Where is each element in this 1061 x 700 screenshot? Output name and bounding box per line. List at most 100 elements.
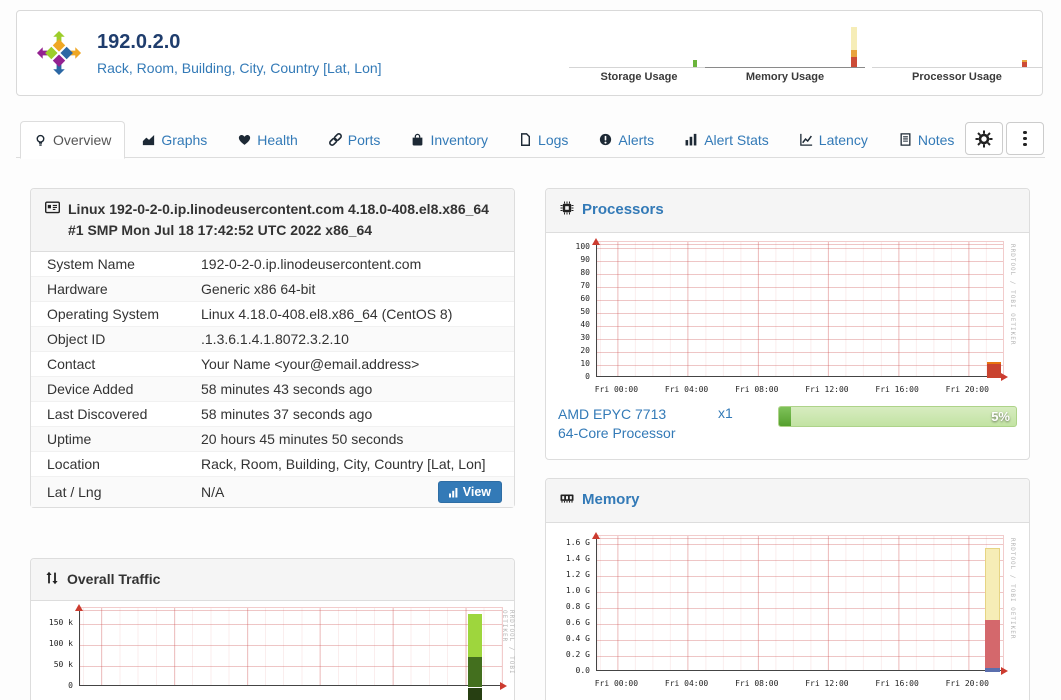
- centos-logo: [36, 30, 82, 76]
- logs-file-icon: [521, 133, 531, 146]
- memory-header: Memory: [546, 479, 1029, 523]
- tab-label: Overview: [53, 132, 112, 148]
- processors-graph[interactable]: RRDTOOL / TOBI OETIKER: [592, 238, 1016, 381]
- tab-alerts[interactable]: Alerts: [585, 121, 668, 158]
- tab-label: Notes: [917, 131, 955, 148]
- cpu-name-link[interactable]: AMD EPYC 7713 64-Core Processor: [558, 405, 718, 444]
- tick-label: Fri 12:00: [805, 679, 849, 688]
- memory-graph[interactable]: RRDTOOL / TOBI OETIKER: [592, 532, 1016, 675]
- tick-label: 50 k: [53, 660, 73, 669]
- rrdtool-credit: RRDTOOL / TOBI OETIKER: [1009, 244, 1016, 346]
- cpu-usage-percent: 5%: [991, 409, 1010, 424]
- info-row-location: Location Rack, Room, Building, City, Cou…: [31, 451, 514, 476]
- storage-sparkline: [569, 60, 709, 68]
- tab-label: Latency: [818, 131, 868, 148]
- tab-ports[interactable]: Ports: [315, 121, 395, 158]
- device-info-card: Linux 192-0-2-0.ip.linodeusercontent.com…: [30, 188, 515, 508]
- info-row-system-name: System Name 192-0-2-0.ip.linodeuserconte…: [47, 256, 422, 272]
- graphs-icon: [143, 134, 155, 146]
- memory-free-spike: [985, 548, 1000, 620]
- tab-label: Ports: [347, 131, 381, 148]
- tick-label: Fri 04:00: [664, 679, 709, 688]
- alerts-exclamation-icon: [600, 133, 612, 146]
- librenms-device-page: 192.0.2.0 Rack, Room, Building, City, Co…: [0, 0, 1061, 700]
- tab-overview[interactable]: Overview: [20, 121, 126, 159]
- tick-label: 100 k: [48, 639, 73, 648]
- info-row-latlng: Lat / Lng N/A View: [31, 476, 514, 507]
- x-axis-arrow: [1001, 667, 1012, 675]
- tick-label: 40: [580, 320, 590, 329]
- cpu-usage-spike: [987, 362, 1001, 378]
- tab-label: Graphs: [161, 131, 208, 148]
- microchip-icon: [560, 201, 574, 215]
- storage-usage-minigraph[interactable]: Storage Usage: [569, 23, 709, 83]
- tick-label: 30: [580, 333, 590, 342]
- cpu-usage-row: AMD EPYC 7713 64-Core Processor x1 5%: [546, 405, 1029, 444]
- info-row-last-discovered: Last Discovered 58 minutes 37 seconds ag…: [31, 401, 514, 426]
- gear-icon: [975, 130, 993, 147]
- device-settings-button[interactable]: [965, 122, 1003, 155]
- address-card-icon: [45, 201, 60, 214]
- ports-link-icon: [328, 133, 342, 146]
- processors-title: Processors: [582, 201, 664, 218]
- cpu-count-link[interactable]: x1: [718, 405, 778, 444]
- tab-graphs[interactable]: Graphs: [128, 121, 221, 158]
- tick-label: 0.2 G: [565, 650, 590, 659]
- tick-label: 50: [580, 307, 590, 316]
- tab-logs[interactable]: Logs: [505, 121, 582, 158]
- tick-label: 1.6 G: [565, 538, 590, 547]
- tab-label: Inventory: [430, 131, 489, 148]
- overview-icon: [36, 134, 45, 146]
- memory-buffers-spike: [985, 668, 1000, 672]
- memory-card: Memory 1.6 G 1.4 G 1.2 G 1.0 G 0.8 G 0.6 G 0.4…: [545, 478, 1030, 700]
- tick-label: 0.6 G: [565, 618, 590, 627]
- view-location-button[interactable]: View: [437, 481, 502, 503]
- info-row-uptime: Uptime 20 hours 45 minutes 50 seconds: [31, 426, 514, 451]
- y-axis-arrow: [592, 234, 600, 245]
- tick-label: Fri 12:00: [805, 385, 849, 394]
- tick-label: Fri 16:00: [875, 679, 919, 688]
- storage-usage-label: Storage Usage: [600, 71, 678, 83]
- tab-alert-stats[interactable]: Alert Stats: [671, 121, 783, 158]
- overall-traffic-title: Overall Traffic: [67, 571, 161, 587]
- tick-label: 70: [580, 281, 590, 290]
- memory-y-axis-labels: 1.6 G 1.4 G 1.2 G 1.0 G 0.8 G 0.6 G 0.4 G 0.2 G…: [546, 539, 590, 675]
- tab-inventory[interactable]: Inventory: [397, 121, 502, 158]
- memory-used-spike: [985, 620, 1000, 668]
- tick-label: 1.0 G: [565, 586, 590, 595]
- tab-notes[interactable]: Notes: [885, 121, 969, 158]
- kebab-icon: [1023, 130, 1027, 147]
- processor-usage-label: Processor Usage: [912, 71, 1002, 83]
- tab-list: Overview Graphs Health Ports Inventory L…: [16, 120, 1045, 159]
- device-tabbar: Overview Graphs Health Ports Inventory L…: [16, 120, 1045, 159]
- signal-bars-icon: [448, 487, 458, 497]
- tab-label: Alert Stats: [704, 131, 769, 148]
- tick-label: Fri 00:00: [594, 679, 639, 688]
- info-row-operating-system: Operating System Linux 4.18.0-408.el8.x8…: [31, 301, 514, 326]
- traffic-in-spike: [468, 614, 482, 657]
- processors-x-axis-labels: Fri 00:00 Fri 04:00 Fri 08:00 Fri 12:00 Fri …: [594, 385, 1004, 395]
- tick-label: 1.2 G: [565, 570, 590, 579]
- tick-label: Fri 00:00: [594, 385, 639, 394]
- tick-label: 0.0: [575, 666, 590, 675]
- info-row-hardware: Hardware Generic x86 64-bit: [31, 276, 514, 301]
- overall-traffic-graph[interactable]: RRDTOOL / TOBI OETIKER: [75, 604, 515, 700]
- tab-health[interactable]: Health: [224, 121, 311, 158]
- overall-traffic-header: Overall Traffic: [31, 559, 514, 601]
- memory-sparkline: [705, 27, 865, 68]
- processor-usage-minigraph[interactable]: Processor Usage: [872, 23, 1042, 83]
- tick-label: 0.4 G: [565, 634, 590, 643]
- device-info-header: Linux 192-0-2-0.ip.linodeusercontent.com…: [31, 189, 514, 252]
- y-axis-arrow: [75, 600, 83, 611]
- health-heart-icon: [239, 134, 251, 145]
- x-axis-arrow: [1001, 373, 1012, 381]
- tab-latency[interactable]: Latency: [786, 121, 882, 158]
- memory-usage-minigraph[interactable]: Memory Usage: [705, 23, 865, 83]
- tick-label: 0: [68, 681, 73, 690]
- tick-label: Fri 20:00: [945, 385, 989, 394]
- device-more-menu-button[interactable]: [1006, 122, 1044, 155]
- tick-label: 0.8 G: [565, 602, 590, 611]
- tab-label: Alerts: [618, 131, 655, 148]
- tick-label: Fri 08:00: [735, 385, 779, 394]
- processors-card: Processors 100 90 80 70 60 50 40 30 20 10 0 RRDTOO…: [545, 188, 1030, 460]
